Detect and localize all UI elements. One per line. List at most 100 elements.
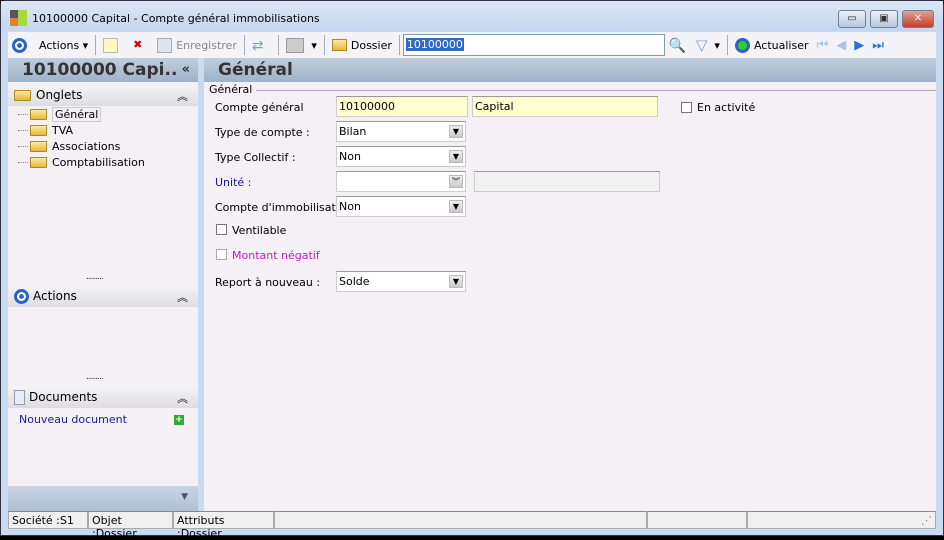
next-icon: ▶ [854,37,865,53]
ventilable-checkbox[interactable] [216,224,227,235]
new-icon [103,37,119,53]
chevron-down-icon[interactable]: ▼ [449,200,463,213]
montant-negatif-label: Montant négatif [232,249,320,262]
collapse-panel-button[interactable]: « [182,58,190,82]
save-button[interactable]: Enregistrer [153,33,241,57]
report-select[interactable]: Solde ▼ [336,271,466,292]
new-button[interactable] [99,33,126,57]
folder-icon [30,156,47,168]
montant-negatif-checkbox[interactable] [216,249,227,260]
folder-icon [30,124,47,136]
toolbar: Actions ▾ ✖ Enregistrer ⇄ ▾ Dossier 1010… [8,32,936,58]
double-chevron-down-icon[interactable]: ︾ [449,175,463,188]
save-icon [157,37,173,53]
previous-record-button[interactable]: ◀ [832,33,850,57]
chevron-up-icon[interactable]: ︽ [177,289,188,305]
separator [323,35,325,55]
group-label: Général [209,83,253,96]
resize-grip-icon[interactable]: ⋰ [747,511,936,529]
main-panel: Général Général Compte général 10100000 … [204,58,936,511]
en-activite-checkbox[interactable] [681,102,692,113]
tab-associations[interactable]: Associations [18,138,145,154]
unite-select[interactable]: ︾ [336,171,466,192]
report-label: Report à nouveau : [215,276,321,289]
status-objet: Objet :Dossier [88,511,173,540]
add-icon[interactable]: + [174,415,184,425]
en-activite-label: En activité [697,101,756,114]
window-title: 10100000 Capital - Compte général immobi… [32,12,320,25]
target-icon [14,288,29,304]
print-button[interactable]: ▾ [282,33,321,57]
group-divider [256,90,936,91]
folder-button[interactable]: Dossier [328,33,396,57]
close-button[interactable]: ✕ [902,10,934,28]
first-record-button[interactable]: ⏮ [813,33,833,57]
chevron-up-icon[interactable]: ︽ [177,390,188,406]
separator [243,35,245,55]
filter-icon: ▽ [695,36,708,54]
refresh-icon [734,37,750,53]
type-compte-label: Type de compte : [215,126,310,139]
separator [726,35,728,55]
status-bar: Société :S1 Objet :Dossier Attributs :Do… [8,511,936,540]
new-document-link[interactable]: Nouveau document [19,413,127,426]
tabs-tree: Général TVA Associations Comptabilisatio… [18,106,145,170]
search-button[interactable]: 🔍 [665,33,692,57]
search-input[interactable]: 10100000 [402,34,665,56]
left-panel: 10100000 Capi.. « Onglets ︽ Général TVA As… [8,58,198,511]
refresh-button[interactable]: Actualiser [731,33,813,57]
resize-grip[interactable]: ......... [86,272,104,282]
documents-panel-header[interactable]: Documents ︽ [8,386,198,408]
status-societe: Société :S1 [8,511,88,529]
unite-label: Unité : [215,176,252,189]
tab-general[interactable]: Général [18,106,145,122]
filter-button[interactable]: ▽ ▾ [692,33,724,57]
record-header: 10100000 Capi.. « [8,58,198,82]
compte-general-label: Compte général [215,101,304,114]
panel-footer: ▼ [8,486,198,511]
status-attributs: Attributs :Dossier [173,511,274,540]
compte-general-input[interactable]: 10100000 [336,96,468,117]
minimize-button[interactable]: ▭ [838,10,866,28]
first-icon: ⏮ [816,37,829,53]
delete-button[interactable]: ✖ [126,33,153,57]
maximize-button[interactable]: ▣ [870,10,898,28]
app-icon [10,10,27,26]
delete-icon: ✖ [133,37,143,51]
chevron-down-icon[interactable]: ▼ [449,275,463,288]
tab-comptabilisation[interactable]: Comptabilisation [18,154,145,170]
ventilable-label: Ventilable [232,224,287,237]
folder-icon [331,39,347,51]
target-button[interactable] [8,33,35,57]
compte-immo-select[interactable]: Non ▼ [336,196,466,217]
type-compte-select[interactable]: Bilan ▼ [336,121,466,142]
chevron-down-icon[interactable]: ▼ [449,125,463,138]
application-window: 10100000 Capital - Compte général immobi… [0,0,944,540]
type-collectif-select[interactable]: Non ▼ [336,146,466,167]
unite-description-input[interactable] [474,171,660,192]
sync-button[interactable]: ⇄ [248,33,275,57]
compte-name-input[interactable]: Capital [472,96,658,117]
chevron-up-icon[interactable]: ︽ [177,88,188,104]
folder-icon [14,89,31,101]
printer-icon [285,37,304,53]
folder-open-icon [30,108,47,120]
status-empty [647,511,747,529]
separator [95,35,97,55]
status-empty [274,511,647,529]
document-icon [14,389,25,405]
resize-grip[interactable]: ......... [86,372,104,382]
previous-icon: ◀ [836,37,847,53]
last-record-button[interactable]: ⏭ [868,33,888,57]
next-record-button[interactable]: ▶ [850,33,868,57]
type-collectif-label: Type Collectif : [215,151,296,164]
separator [398,35,400,55]
tab-tva[interactable]: TVA [18,122,145,138]
actions-panel-header[interactable]: Actions ︽ [8,285,198,307]
actions-menu-button[interactable]: Actions ▾ [35,33,92,57]
page-title: Général [204,58,936,82]
chevron-down-icon[interactable]: ▼ [449,150,463,163]
tabs-panel-header[interactable]: Onglets ︽ [8,84,198,106]
chevron-down-icon[interactable]: ▼ [181,492,188,502]
folder-icon [30,140,47,152]
